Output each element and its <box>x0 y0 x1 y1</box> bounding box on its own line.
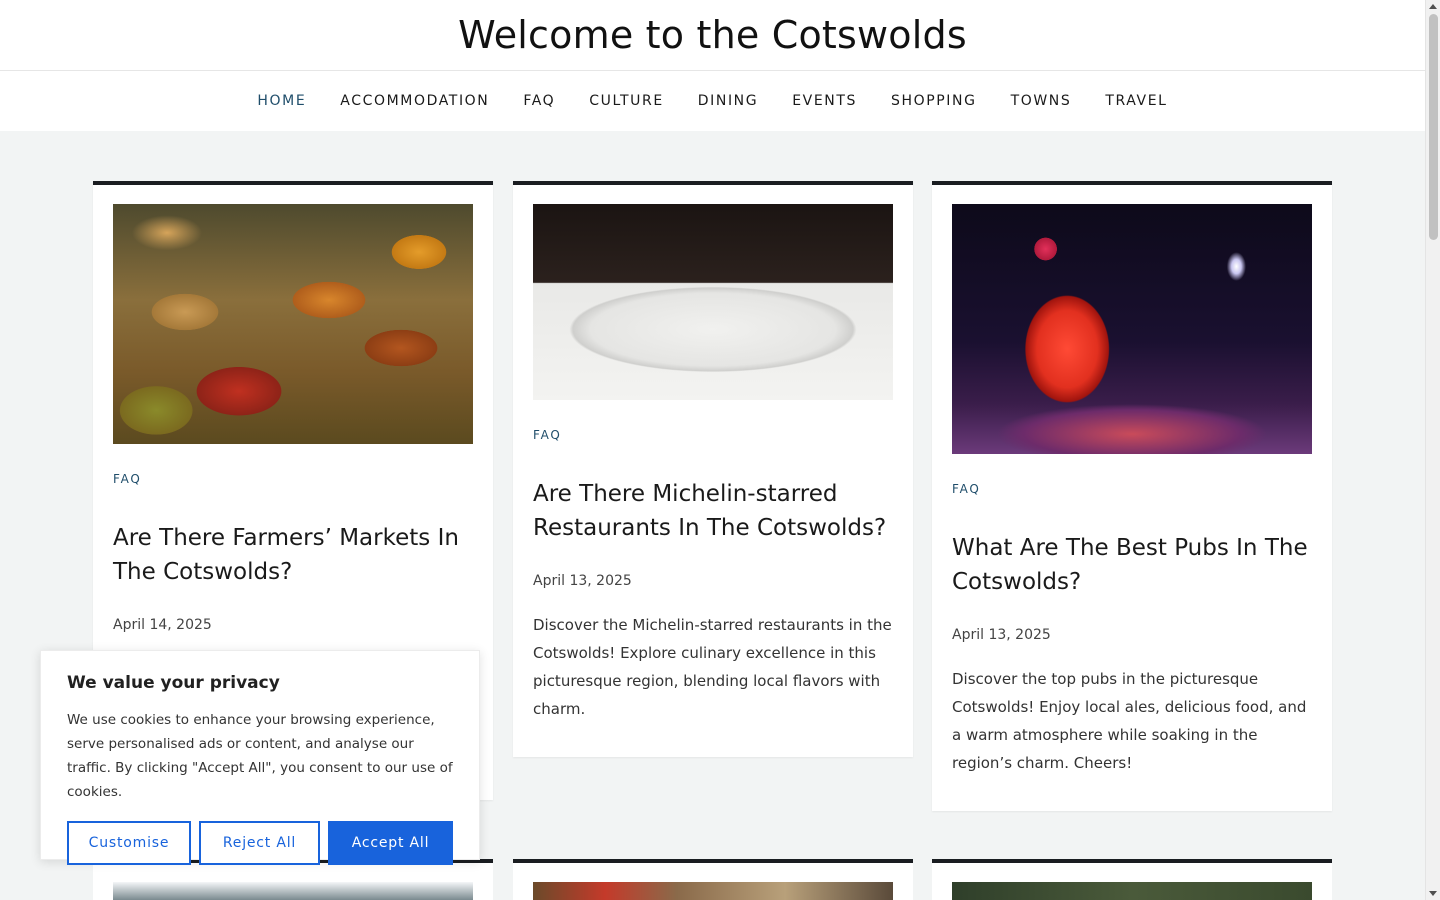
post-title[interactable]: Are There Michelin-starred Restaurants I… <box>533 477 893 545</box>
post-thumbnail[interactable] <box>533 882 893 900</box>
post-thumbnail[interactable] <box>952 204 1312 454</box>
scroll-up-arrow-icon[interactable] <box>1429 4 1437 9</box>
cookie-consent-banner: We value your privacy We use cookies to … <box>40 650 480 865</box>
cookie-banner-actions: Customise Reject All Accept All <box>67 821 453 865</box>
post-card: FAQ What Are The Best Pubs In The Cotswo… <box>932 181 1332 811</box>
post-excerpt: Discover the Michelin-starred restaurant… <box>533 616 892 718</box>
post-date: April 14, 2025 <box>113 617 212 633</box>
nav-item-culture[interactable]: CULTURE <box>589 93 663 109</box>
site-title[interactable]: Welcome to the Cotswolds <box>458 13 967 57</box>
post-category-link[interactable]: FAQ <box>113 472 142 486</box>
cookie-banner-text: We use cookies to enhance your browsing … <box>67 712 453 800</box>
post-thumbnail[interactable] <box>113 204 473 444</box>
nav-item-shopping[interactable]: SHOPPING <box>891 93 977 109</box>
accept-all-button[interactable]: Accept All <box>328 821 453 865</box>
post-thumbnail[interactable] <box>952 882 1312 900</box>
nav-item-home[interactable]: HOME <box>257 93 306 109</box>
scroll-down-arrow-icon[interactable] <box>1429 891 1437 896</box>
nav-item-towns[interactable]: TOWNS <box>1011 93 1072 109</box>
post-title[interactable]: What Are The Best Pubs In The Cotswolds? <box>952 531 1312 599</box>
page-scrollbar[interactable] <box>1425 0 1440 900</box>
post-date: April 13, 2025 <box>952 627 1051 643</box>
post-category-link[interactable]: FAQ <box>533 428 562 442</box>
customise-button[interactable]: Customise <box>67 821 191 865</box>
nav-item-events[interactable]: EVENTS <box>792 93 857 109</box>
main-nav: HOME ACCOMMODATION FAQ CULTURE DINING EV… <box>0 71 1425 131</box>
scrollbar-thumb[interactable] <box>1429 14 1438 240</box>
post-date: April 13, 2025 <box>533 573 632 589</box>
nav-item-accommodation[interactable]: ACCOMMODATION <box>340 93 489 109</box>
post-card <box>932 859 1332 900</box>
reject-all-button[interactable]: Reject All <box>199 821 320 865</box>
nav-item-travel[interactable]: TRAVEL <box>1105 93 1167 109</box>
nav-item-dining[interactable]: DINING <box>698 93 758 109</box>
post-card <box>513 859 913 900</box>
post-category-link[interactable]: FAQ <box>952 482 981 496</box>
cookie-banner-title: We value your privacy <box>67 673 280 693</box>
nav-item-faq[interactable]: FAQ <box>523 93 555 109</box>
post-title[interactable]: Are There Farmers’ Markets In The Cotswo… <box>113 521 473 589</box>
post-thumbnail[interactable] <box>113 882 473 900</box>
post-card <box>93 859 493 900</box>
post-thumbnail[interactable] <box>533 204 893 400</box>
site-header: Welcome to the Cotswolds <box>0 0 1425 71</box>
post-card: FAQ Are There Michelin-starred Restauran… <box>513 181 913 757</box>
post-excerpt: Discover the top pubs in the picturesque… <box>952 670 1307 772</box>
